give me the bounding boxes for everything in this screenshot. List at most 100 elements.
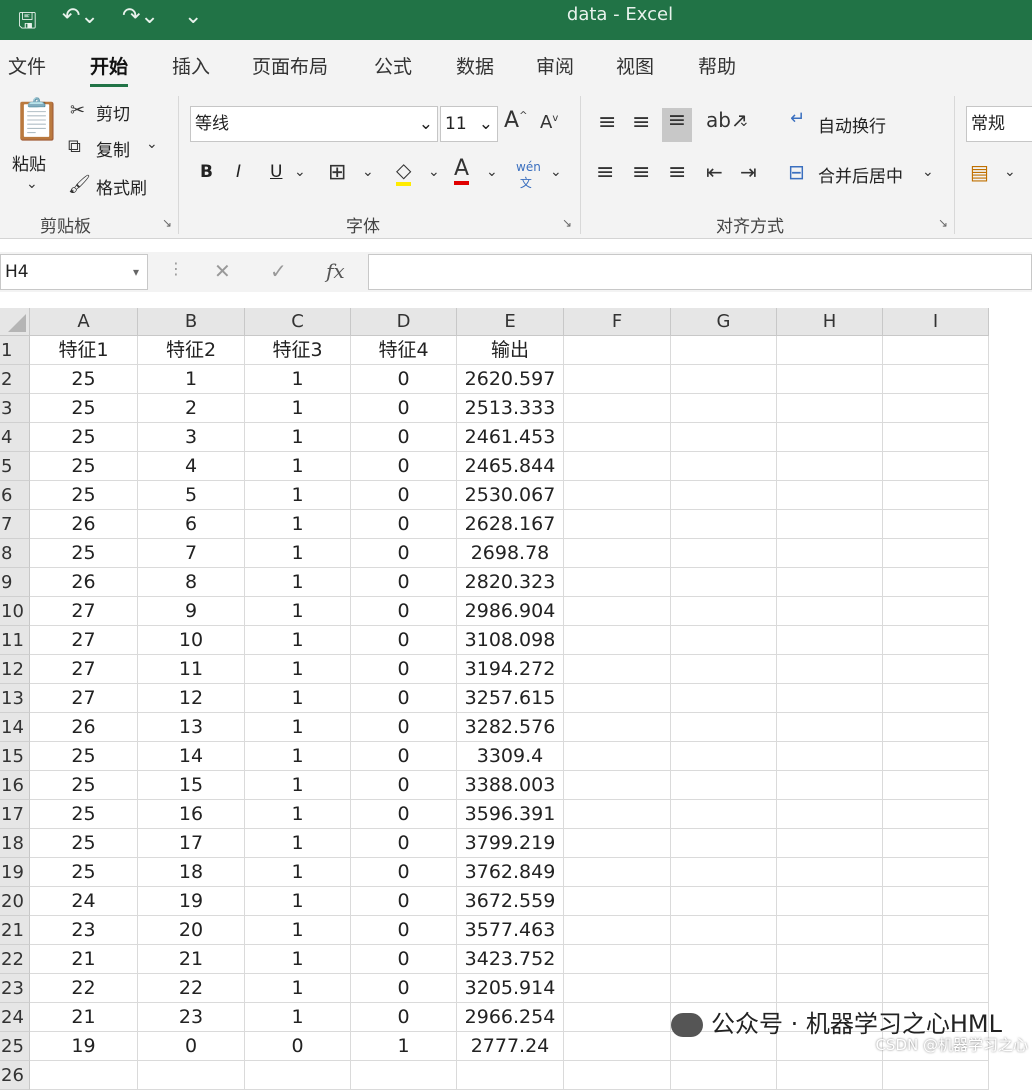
cell-c8[interactable]: 1: [245, 539, 351, 568]
align-center-icon[interactable]: ≡: [632, 160, 650, 185]
cell-g2[interactable]: [671, 365, 777, 394]
cell-c25[interactable]: 0: [245, 1032, 351, 1061]
cell-b15[interactable]: 14: [138, 742, 245, 771]
cell-b18[interactable]: 17: [138, 829, 245, 858]
cell-a3[interactable]: 25: [30, 394, 138, 423]
cell-a10[interactable]: 27: [30, 597, 138, 626]
cell-b16[interactable]: 15: [138, 771, 245, 800]
column-header-a[interactable]: A: [30, 308, 138, 336]
cell-c11[interactable]: 1: [245, 626, 351, 655]
column-header-g[interactable]: G: [671, 308, 777, 336]
column-header-d[interactable]: D: [351, 308, 457, 336]
italic-button[interactable]: I: [236, 162, 241, 182]
cell-a8[interactable]: 25: [30, 539, 138, 568]
cell-g12[interactable]: [671, 655, 777, 684]
cell-d3[interactable]: 0: [351, 394, 457, 423]
cell-i5[interactable]: [883, 452, 989, 481]
cell-f20[interactable]: [564, 887, 671, 916]
cell-i15[interactable]: [883, 742, 989, 771]
cell-d15[interactable]: 0: [351, 742, 457, 771]
cell-e18[interactable]: 3799.219: [457, 829, 564, 858]
cell-i10[interactable]: [883, 597, 989, 626]
cell-a20[interactable]: 24: [30, 887, 138, 916]
row-header[interactable]: 12: [0, 655, 30, 684]
format-painter-icon[interactable]: 🖌: [68, 174, 91, 195]
cell-h22[interactable]: [777, 945, 883, 974]
cell-b1[interactable]: 特征2: [138, 336, 245, 365]
cell-a25[interactable]: 19: [30, 1032, 138, 1061]
cell-b12[interactable]: 11: [138, 655, 245, 684]
cell-h6[interactable]: [777, 481, 883, 510]
cell-c26[interactable]: [245, 1061, 351, 1090]
cell-h15[interactable]: [777, 742, 883, 771]
cell-h5[interactable]: [777, 452, 883, 481]
cell-c21[interactable]: 1: [245, 916, 351, 945]
cell-b25[interactable]: 0: [138, 1032, 245, 1061]
column-header-b[interactable]: B: [138, 308, 245, 336]
orientation-dropdown-icon[interactable]: ⌄: [738, 114, 750, 130]
wrap-text-button[interactable]: 自动换行: [818, 112, 886, 137]
cell-d8[interactable]: 0: [351, 539, 457, 568]
align-middle-icon[interactable]: ≡: [632, 110, 650, 135]
cell-i4[interactable]: [883, 423, 989, 452]
cell-b10[interactable]: 9: [138, 597, 245, 626]
cell-c1[interactable]: 特征3: [245, 336, 351, 365]
number-format-select[interactable]: 常规: [966, 106, 1032, 142]
cell-d24[interactable]: 0: [351, 1003, 457, 1032]
tab-page-layout[interactable]: 页面布局: [252, 52, 328, 79]
column-header-i[interactable]: I: [883, 308, 989, 336]
cell-b9[interactable]: 8: [138, 568, 245, 597]
insert-function-icon[interactable]: fx: [326, 259, 345, 283]
cell-g19[interactable]: [671, 858, 777, 887]
cell-h10[interactable]: [777, 597, 883, 626]
cell-a19[interactable]: 25: [30, 858, 138, 887]
cell-b4[interactable]: 3: [138, 423, 245, 452]
cell-f22[interactable]: [564, 945, 671, 974]
cell-e9[interactable]: 2820.323: [457, 568, 564, 597]
cell-g5[interactable]: [671, 452, 777, 481]
cell-i20[interactable]: [883, 887, 989, 916]
cell-f2[interactable]: [564, 365, 671, 394]
cell-c13[interactable]: 1: [245, 684, 351, 713]
cell-e25[interactable]: 2777.24: [457, 1032, 564, 1061]
cell-c10[interactable]: 1: [245, 597, 351, 626]
cell-c16[interactable]: 1: [245, 771, 351, 800]
cell-a16[interactable]: 25: [30, 771, 138, 800]
more-options-icon[interactable]: ⋮: [168, 259, 184, 278]
cell-b19[interactable]: 18: [138, 858, 245, 887]
cell-g3[interactable]: [671, 394, 777, 423]
row-header[interactable]: 9: [0, 568, 30, 597]
cell-f9[interactable]: [564, 568, 671, 597]
cell-b14[interactable]: 13: [138, 713, 245, 742]
cell-h23[interactable]: [777, 974, 883, 1003]
cut-icon[interactable]: ✂: [70, 100, 85, 121]
cell-e17[interactable]: 3596.391: [457, 800, 564, 829]
paste-icon[interactable]: 📋: [12, 96, 62, 143]
wrap-text-icon[interactable]: ↵: [790, 108, 805, 129]
cell-a12[interactable]: 27: [30, 655, 138, 684]
cell-c3[interactable]: 1: [245, 394, 351, 423]
cell-f24[interactable]: [564, 1003, 671, 1032]
cell-h4[interactable]: [777, 423, 883, 452]
cell-g10[interactable]: [671, 597, 777, 626]
phonetic-guide-icon[interactable]: wén 文: [516, 160, 541, 191]
select-all-button[interactable]: [0, 308, 30, 336]
cell-e12[interactable]: 3194.272: [457, 655, 564, 684]
column-header-e[interactable]: E: [457, 308, 564, 336]
cell-f11[interactable]: [564, 626, 671, 655]
cell-d2[interactable]: 0: [351, 365, 457, 394]
cell-e2[interactable]: 2620.597: [457, 365, 564, 394]
cell-g16[interactable]: [671, 771, 777, 800]
font-name-select[interactable]: 等线 ⌄: [190, 106, 438, 142]
cell-c22[interactable]: 1: [245, 945, 351, 974]
increase-indent-icon[interactable]: ⇥: [740, 160, 757, 184]
cell-a2[interactable]: 25: [30, 365, 138, 394]
align-top-icon[interactable]: ≡: [598, 110, 616, 135]
font-color-dropdown-icon[interactable]: ⌄: [486, 164, 498, 180]
cell-d17[interactable]: 0: [351, 800, 457, 829]
align-right-icon[interactable]: ≡: [668, 160, 686, 185]
cell-h14[interactable]: [777, 713, 883, 742]
align-left-icon[interactable]: ≡: [596, 160, 614, 185]
row-header[interactable]: 22: [0, 945, 30, 974]
column-header-c[interactable]: C: [245, 308, 351, 336]
